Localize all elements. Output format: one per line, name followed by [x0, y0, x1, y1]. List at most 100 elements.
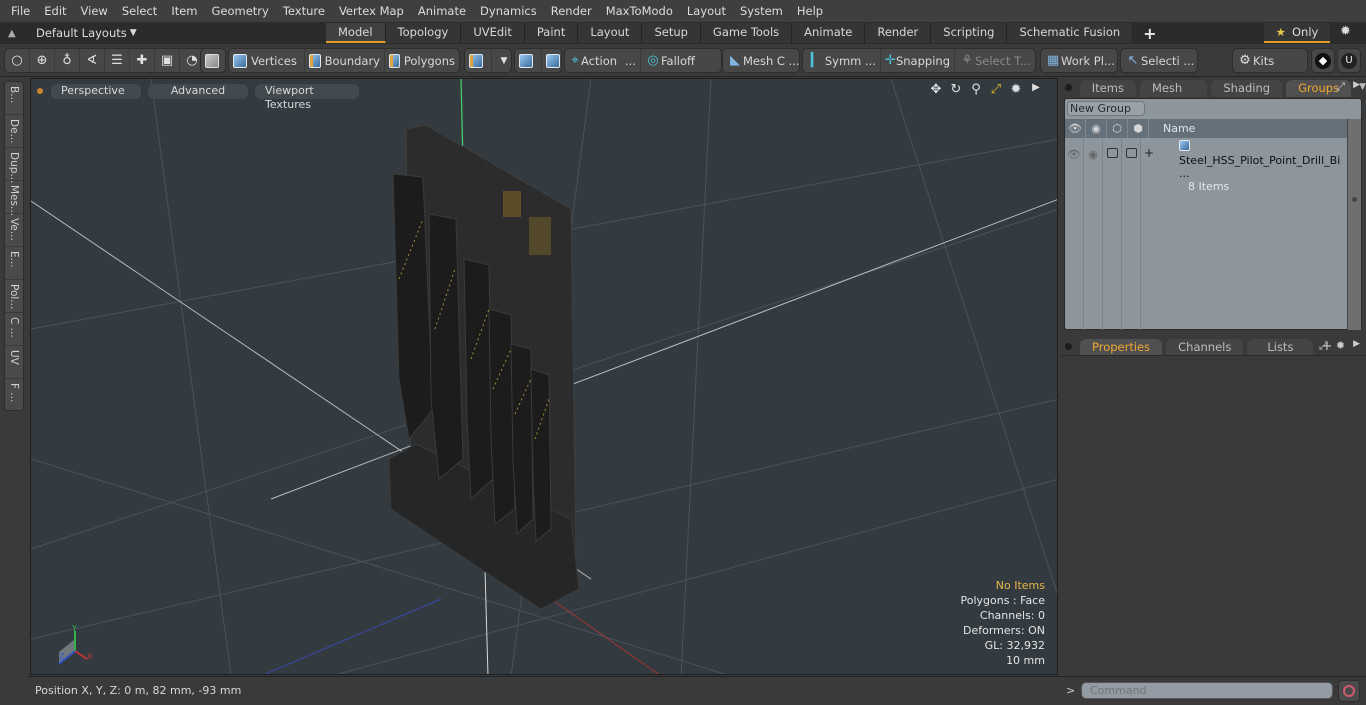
boundary-button[interactable]: Boundary — [305, 49, 385, 72]
select-toggle[interactable] — [1122, 138, 1141, 330]
menu-layout[interactable]: Layout — [680, 0, 733, 22]
tab-uvedit[interactable]: UVEdit — [461, 23, 525, 43]
panel-arrow-icon[interactable]: ▶ — [1353, 339, 1360, 353]
maximize-panel-icon[interactable]: ⤢ — [1319, 339, 1328, 353]
left-tab-curve[interactable]: C ... — [5, 313, 23, 346]
menu-edit[interactable]: Edit — [37, 0, 73, 22]
tab-channels[interactable]: Channels — [1166, 339, 1244, 356]
globe-select-button[interactable]: ⊕ — [30, 49, 55, 72]
left-tab-edge[interactable]: E... — [5, 247, 23, 280]
menu-render[interactable]: Render — [544, 0, 599, 22]
select-column-icon[interactable]: ⬢ — [1128, 119, 1149, 138]
panel-options-dot[interactable] — [1065, 84, 1072, 91]
group-item[interactable]: + Steel_HSS_Pilot_Point_Drill_Bi ... 8 I… — [1141, 138, 1348, 330]
tab-schematic-fusion[interactable]: Schematic Fusion — [1007, 23, 1134, 43]
falloff-button[interactable]: ◎ Falloff — [641, 49, 721, 72]
tab-layout[interactable]: Layout — [578, 23, 643, 43]
name-column-header[interactable]: Name — [1149, 119, 1195, 138]
gear-icon[interactable]: ✹ — [1340, 24, 1351, 39]
visibility-eye-icon[interactable]: 👁 — [1065, 138, 1084, 330]
tab-items[interactable]: Items — [1079, 80, 1136, 97]
unreal-button[interactable]: U — [1337, 48, 1361, 73]
menu-maxtomodo[interactable]: MaxToModo — [599, 0, 680, 22]
render-column-icon[interactable]: ◉ — [1086, 119, 1107, 138]
left-tab-deform[interactable]: De... — [5, 115, 23, 148]
zoom-view-icon[interactable]: ⚲ — [969, 82, 983, 97]
symmetry-button[interactable]: ▎ Symm ... — [803, 49, 881, 72]
group-row[interactable]: 👁 ◉ + Steel_HSS_Pilot_Point_Drill_Bi ...… — [1065, 138, 1348, 330]
left-tab-vertex[interactable]: Ve... — [5, 214, 23, 247]
polygons-button[interactable]: Polygons — [385, 49, 459, 72]
groups-scrollbar[interactable] — [1347, 119, 1361, 330]
align-button[interactable]: ☰ — [105, 49, 130, 72]
menu-dynamics[interactable]: Dynamics — [473, 0, 544, 22]
select-through-button[interactable]: ⚘ Select T... — [955, 49, 1035, 72]
viewport-settings-icon[interactable]: ✹ — [1009, 82, 1023, 97]
tab-game-tools[interactable]: Game Tools — [700, 23, 793, 43]
panel-arrow-icon[interactable]: ▶ — [1353, 80, 1360, 94]
viewport-options-dot[interactable] — [37, 88, 43, 94]
shading-dropdown[interactable]: Advanced — [148, 83, 248, 99]
lock-toggle[interactable] — [1103, 138, 1122, 330]
tab-setup[interactable]: Setup — [642, 23, 701, 43]
snapping-button[interactable]: ✛ Snapping — [881, 49, 955, 72]
left-tab-basic[interactable]: B... — [5, 82, 23, 115]
menu-help[interactable]: Help — [790, 0, 830, 22]
maximize-view-icon[interactable]: ⤢ — [989, 82, 1003, 97]
menu-system[interactable]: System — [733, 0, 790, 22]
left-tab-fusion[interactable]: F ... — [5, 379, 23, 412]
visibility-column-icon[interactable]: 👁 — [1065, 119, 1086, 138]
menu-select[interactable]: Select — [115, 0, 164, 22]
perspective-dropdown[interactable]: Perspective — [51, 83, 141, 99]
new-group-button[interactable]: New Group — [1067, 101, 1145, 116]
pen-tool-button[interactable]: ♁ — [55, 49, 80, 72]
tab-scripting[interactable]: Scripting — [931, 23, 1008, 43]
rotate-view-icon[interactable]: ↻ — [949, 82, 963, 97]
maximize-panel-icon[interactable]: ⤢ — [1336, 80, 1345, 94]
scroll-knob[interactable] — [1352, 197, 1357, 202]
tab-lists[interactable]: Lists — [1247, 339, 1314, 356]
tab-animate[interactable]: Animate — [792, 23, 866, 43]
left-tab-mesh-edit[interactable]: Mes... — [5, 181, 23, 216]
viewport-textures-dropdown[interactable]: Viewport Textures — [255, 83, 359, 111]
action-button[interactable]: ⌖ Action... — [565, 49, 641, 72]
tab-model[interactable]: Model — [326, 23, 386, 43]
kits-button[interactable]: ⚙ Kits — [1232, 48, 1308, 73]
menu-view[interactable]: View — [74, 0, 115, 22]
item-mode-button[interactable] — [200, 48, 226, 73]
expand-plus-icon[interactable]: + — [1144, 146, 1154, 160]
left-tab-duplicate[interactable]: Dup... — [5, 148, 23, 183]
menu-vertex-map[interactable]: Vertex Map — [332, 0, 411, 22]
tab-properties[interactable]: Properties — [1080, 339, 1163, 356]
panel-settings-icon[interactable]: ✹ — [1336, 339, 1345, 353]
menu-geometry[interactable]: Geometry — [205, 0, 276, 22]
lock-column-icon[interactable]: ⬡ — [1107, 119, 1128, 138]
selection-sets-button[interactable]: ↖ Selecti ... — [1120, 48, 1198, 73]
circle-select-button[interactable]: ○ — [5, 49, 30, 72]
tab-shading[interactable]: Shading — [1211, 80, 1283, 97]
menu-file[interactable]: File — [4, 0, 37, 22]
tabs-dropdown-icon[interactable]: ▼ — [1359, 82, 1366, 92]
menu-item[interactable]: Item — [164, 0, 204, 22]
left-tab-uv[interactable]: UV — [5, 346, 23, 379]
material-mode-button[interactable] — [465, 49, 492, 72]
layouts-dropdown[interactable]: ▲ Default Layouts ▼ — [0, 22, 326, 44]
panel-options-dot[interactable] — [1065, 343, 1072, 350]
tab-topology[interactable]: Topology — [385, 23, 462, 43]
record-macro-button[interactable] — [1338, 680, 1360, 702]
tab-mesh[interactable]: Mesh ... — [1139, 80, 1208, 111]
mesh-constraint-button[interactable]: ◣ Mesh C ... — [722, 48, 800, 73]
expand-arrow-icon[interactable]: ▶ — [1029, 82, 1043, 97]
modo-cube-button[interactable]: ◆ — [1311, 48, 1335, 73]
render-toggle-icon[interactable]: ◉ — [1084, 138, 1103, 330]
uv-cross-button[interactable]: ✚ — [130, 49, 155, 72]
3d-viewport[interactable]: Y X Z Perspective Advanced Viewport Text… — [30, 78, 1058, 675]
tab-paint[interactable]: Paint — [524, 23, 579, 43]
only-toggle[interactable]: ★ Only — [1264, 23, 1330, 43]
collapse-up-icon[interactable]: ▲ — [8, 28, 20, 39]
work-plane-button[interactable]: ▦ Work Pl... — [1040, 48, 1118, 73]
world-transform-button[interactable] — [515, 49, 542, 72]
tab-render[interactable]: Render — [865, 23, 932, 43]
move-view-icon[interactable]: ✥ — [929, 82, 943, 97]
menu-texture[interactable]: Texture — [276, 0, 332, 22]
